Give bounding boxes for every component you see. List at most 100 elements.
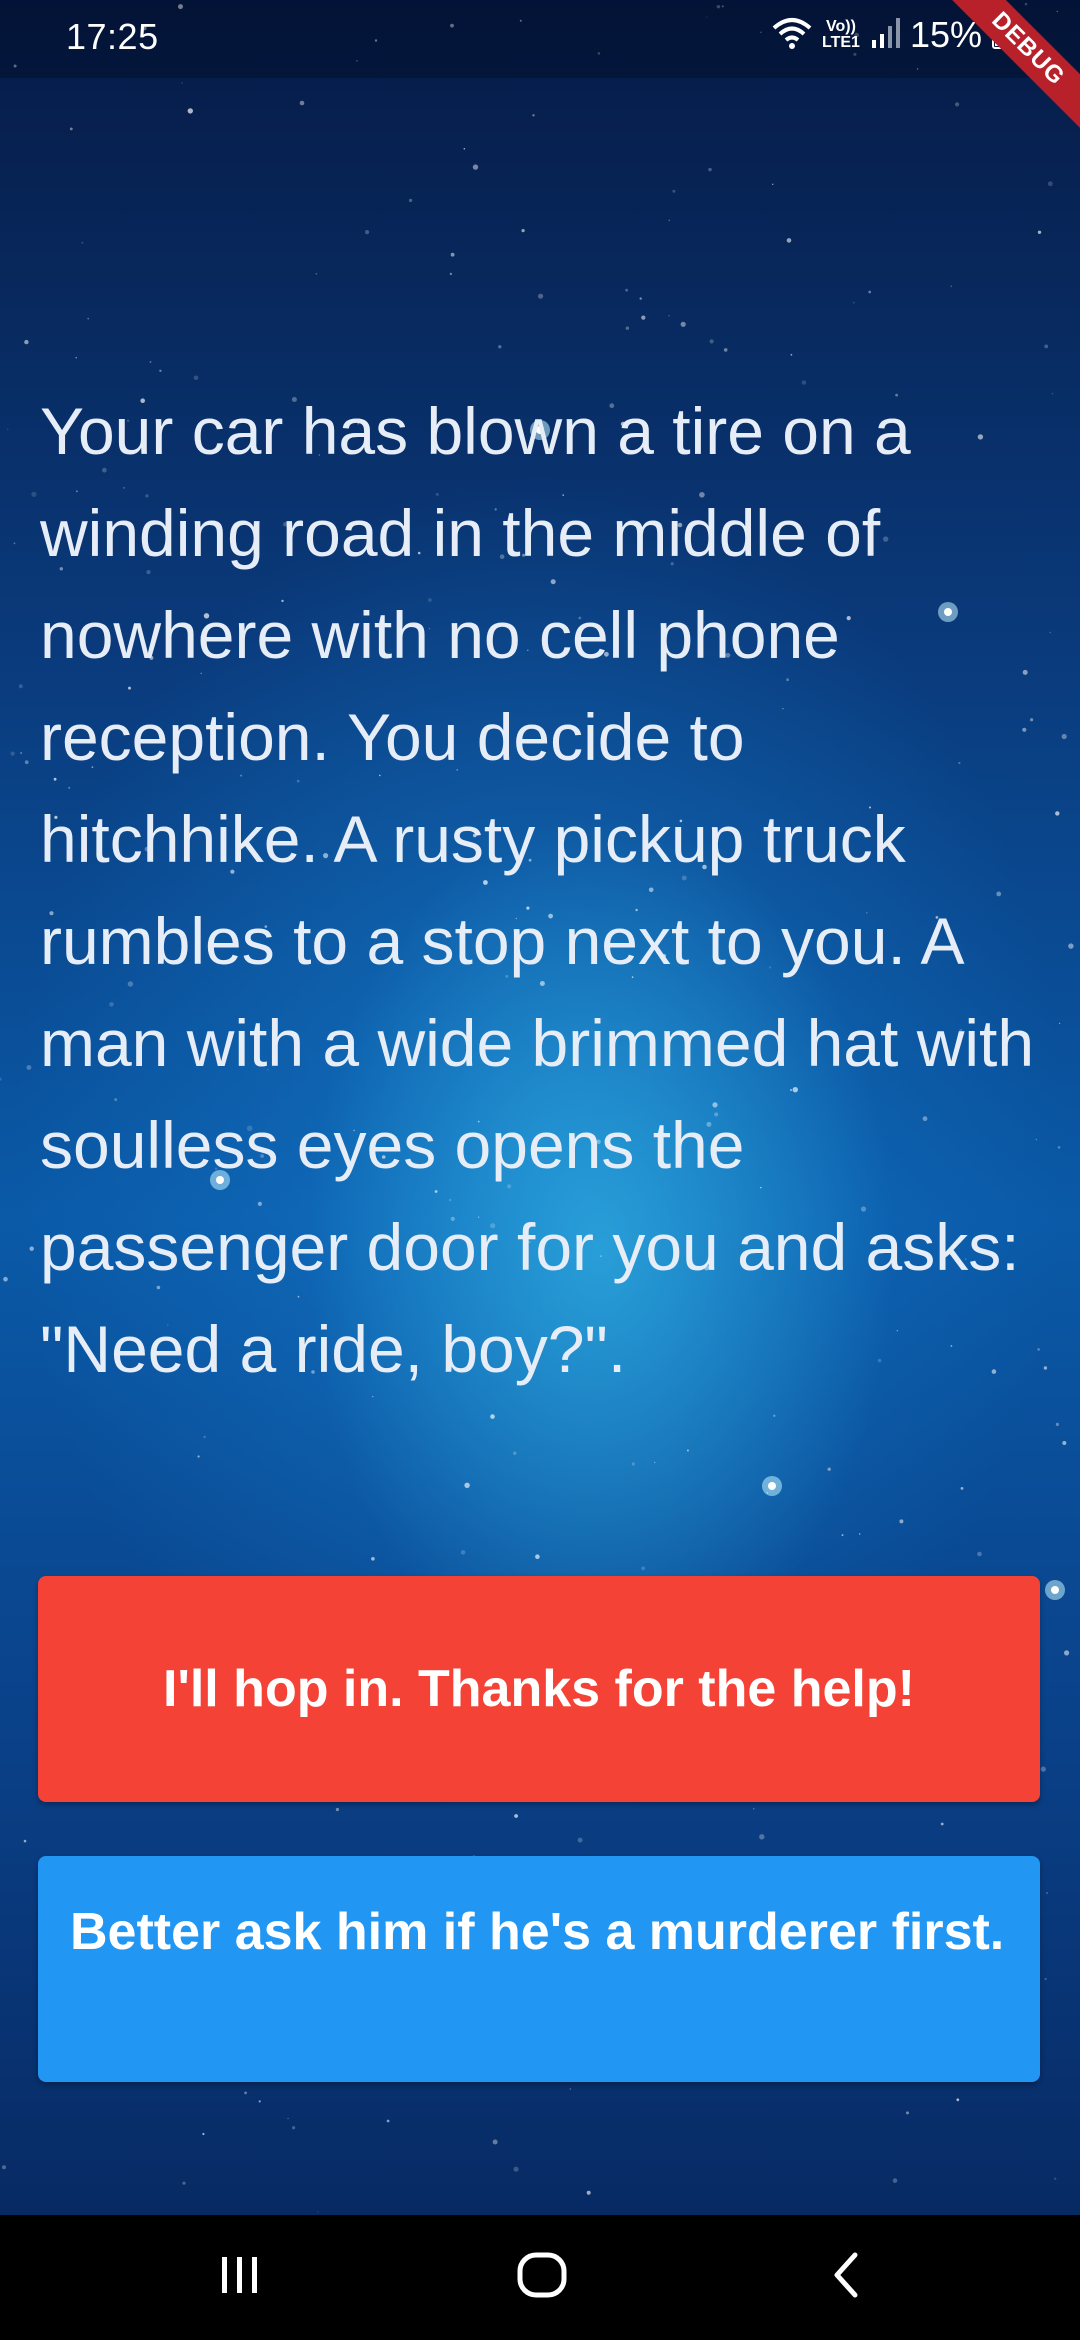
star [1043, 1366, 1048, 1370]
star [708, 167, 712, 172]
star [244, 2091, 248, 2095]
star [490, 1414, 495, 1419]
star [535, 1554, 540, 1559]
star [752, 1807, 755, 1810]
star [586, 2190, 591, 2195]
star [1049, 631, 1051, 634]
sparkle [1045, 1580, 1065, 1600]
star [187, 108, 193, 114]
star [292, 2126, 296, 2130]
star [181, 82, 183, 84]
back-button[interactable] [786, 2215, 906, 2340]
star [26, 1065, 32, 1070]
star [723, 348, 728, 352]
star [75, 356, 77, 359]
star [686, 1449, 689, 1452]
star [203, 1435, 206, 1439]
star [892, 2178, 898, 2183]
star [492, 2139, 498, 2145]
star [408, 198, 413, 203]
star [464, 1482, 470, 1489]
star [450, 252, 455, 257]
star [81, 241, 84, 244]
star [69, 127, 73, 131]
star [668, 315, 670, 317]
star [709, 339, 714, 344]
star [371, 1557, 375, 1561]
star [960, 1487, 964, 1490]
home-button[interactable] [482, 2215, 602, 2340]
choice-1-label: I'll hop in. Thanks for the help! [163, 1660, 915, 1718]
star [786, 238, 792, 243]
star [940, 1822, 944, 1826]
star [1059, 1022, 1061, 1024]
volte-label: Vo)) [826, 18, 856, 35]
star [18, 684, 23, 689]
star [1055, 1422, 1059, 1426]
star [532, 114, 535, 117]
star [641, 315, 646, 320]
lte-label: LTE1 [822, 34, 860, 51]
star [654, 1461, 656, 1464]
story-text: Your car has blown a tire on a winding r… [40, 394, 1035, 1386]
star [668, 219, 670, 222]
star [335, 1807, 339, 1812]
star [538, 293, 544, 299]
star [680, 321, 686, 327]
star [182, 2181, 186, 2185]
star [956, 2098, 960, 2102]
star [31, 491, 37, 497]
star [577, 1837, 583, 1843]
star [258, 2100, 261, 2103]
star [10, 751, 15, 756]
star [7, 428, 9, 430]
star [1046, 1892, 1048, 1894]
navigation-bar [0, 2215, 1080, 2340]
star [1064, 1650, 1070, 1656]
star [1068, 943, 1074, 949]
star [24, 760, 29, 765]
star [569, 2088, 572, 2090]
star [23, 1839, 27, 1843]
network-type-label: Vo)) LTE1 [822, 19, 860, 51]
star [641, 1566, 645, 1571]
star [315, 272, 318, 275]
star [790, 353, 793, 356]
star [1044, 344, 1049, 349]
star [1047, 181, 1053, 187]
choice-1-button[interactable]: I'll hop in. Thanks for the help! [38, 1576, 1040, 1802]
choice-2-button[interactable]: Better ask him if he's a murderer first. [38, 1856, 1040, 2082]
star [1051, 392, 1054, 395]
star [13, 542, 16, 545]
star [1037, 230, 1042, 234]
star [472, 164, 479, 170]
star [906, 2111, 909, 2115]
star [317, 2211, 319, 2213]
star [950, 285, 953, 288]
star [631, 1462, 636, 1466]
star [159, 369, 162, 372]
star [955, 102, 960, 107]
star [0, 1077, 2, 1081]
star [1054, 2177, 1057, 2180]
star [149, 361, 152, 363]
star [1055, 811, 1060, 816]
star [1061, 733, 1067, 740]
star [463, 148, 466, 150]
star [498, 345, 502, 349]
sparkle [762, 1476, 782, 1496]
signal-icon [870, 16, 900, 55]
home-icon [516, 2251, 568, 2304]
star [24, 339, 29, 345]
star [460, 1550, 466, 1555]
star [386, 2119, 390, 2123]
star [299, 100, 305, 106]
star [858, 1533, 861, 1535]
recents-button[interactable] [180, 2215, 300, 2340]
star [1062, 1441, 1067, 1445]
star [868, 290, 872, 294]
star [639, 297, 642, 300]
star [1057, 1146, 1061, 1149]
status-bar: 17:25 Vo)) LTE1 15% [0, 0, 1080, 78]
star [899, 1519, 904, 1524]
